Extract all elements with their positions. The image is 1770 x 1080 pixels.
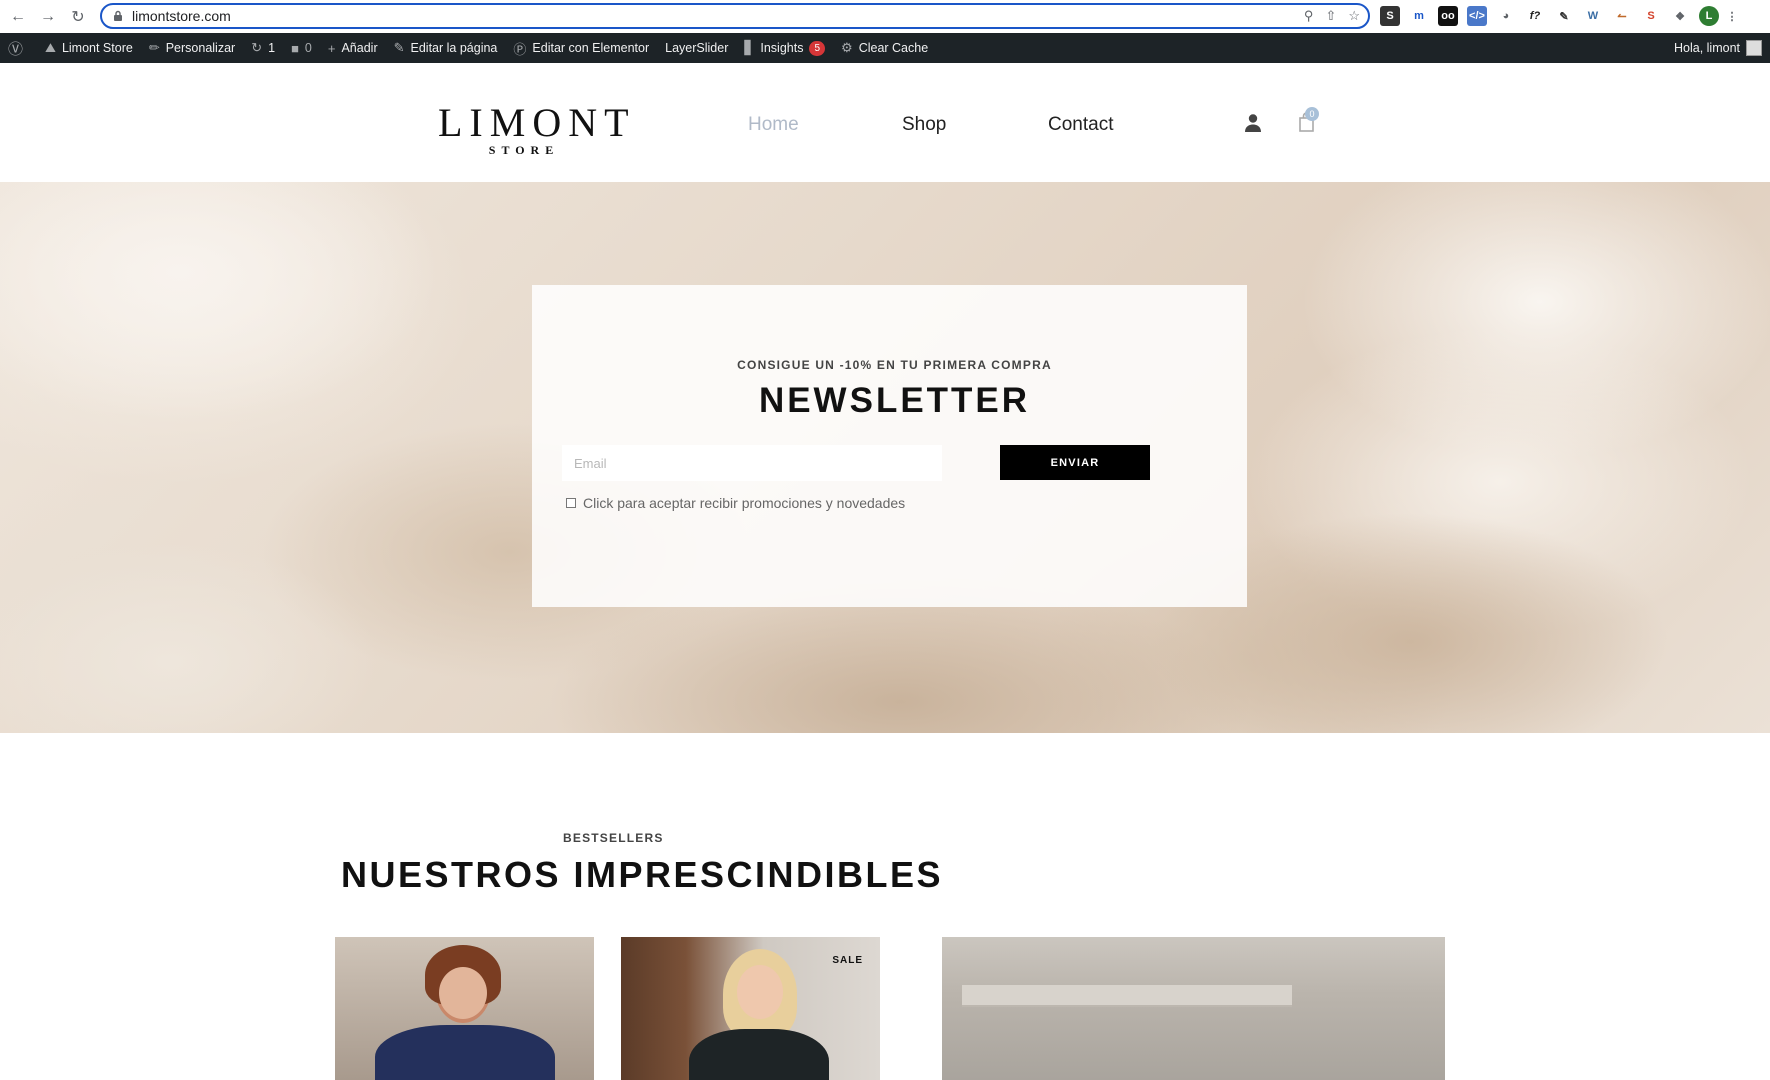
site-logo[interactable]: LIMONT STORE [438,101,629,158]
consent-checkbox[interactable] [566,498,576,508]
updates-link[interactable]: ↻ 1 [243,33,283,63]
section-kicker: BESTSELLERS [563,831,664,845]
address-bar[interactable]: limontstore.com ⚲ ⇧ ☆ [100,3,1370,29]
extensions-puzzle-icon[interactable]: ❖ [1670,6,1690,26]
newsletter-panel: CONSIGUE UN -10% EN TU PRIMERA COMPRA NE… [532,285,1247,607]
zoom-icon[interactable]: ⚲ [1304,8,1314,24]
extensions-bar: S m oo </> ◕ f? ✎ W ↼ S ❖ L ⋮ [1380,6,1738,26]
forward-icon[interactable]: → [36,5,60,29]
hero-banner: CONSIGUE UN -10% EN TU PRIMERA COMPRA NE… [0,182,1770,733]
extension-c-icon[interactable]: ◕ [1496,6,1516,26]
browser-menu-icon[interactable]: ⋮ [1727,6,1738,26]
avatar [1746,40,1762,56]
site-header: LIMONT STORE Home Shop Contact 0 [0,63,1770,182]
edit-elementor-link[interactable]: Ⓟ Editar con Elementor [505,33,657,63]
bar-chart-icon: ▋ [744,40,755,55]
extension-t-icon[interactable]: ↼ [1612,6,1632,26]
consent-label: Click para aceptar recibir promociones y… [583,495,906,511]
site-name-link[interactable]: ⛰ Limont Store [37,33,141,63]
nav-home[interactable]: Home [748,114,799,136]
updates-icon: ↻ [251,40,263,55]
extension-devtools-icon[interactable]: </> [1467,6,1487,26]
browser-toolbar: ← → ↻ limontstore.com ⚲ ⇧ ☆ S m oo </> ◕… [0,0,1770,33]
back-icon[interactable]: ← [6,5,30,29]
customize-link[interactable]: ✏ Personalizar [141,33,243,63]
extension-m-icon[interactable]: m [1409,6,1429,26]
nav-shop[interactable]: Shop [902,114,946,136]
section-title: NUESTROS IMPRESCINDIBLES [341,854,944,895]
edit-page-link[interactable]: ✎ Editar la página [386,33,506,63]
elementor-icon: Ⓟ [513,41,527,57]
comments-link[interactable]: ■ 0 [283,33,320,63]
comment-icon: ■ [291,40,299,56]
submit-button[interactable]: ENVIAR [1000,445,1150,480]
product-card-image[interactable]: SALE [621,937,880,1080]
extension-font-icon[interactable]: f? [1525,6,1545,26]
extension-s-icon[interactable]: S [1380,6,1400,26]
dashboard-icon: ⛰ [45,40,56,55]
extension-oo-icon[interactable]: oo [1438,6,1458,26]
insights-badge: 5 [809,40,826,56]
newsletter-kicker: CONSIGUE UN -10% EN TU PRIMERA COMPRA [737,358,1052,372]
my-account-link[interactable]: Hola, limont [1674,33,1762,63]
pencil-icon: ✎ [393,40,405,55]
product-card-image[interactable] [335,937,594,1080]
extension-picker-icon[interactable]: ✎ [1554,6,1574,26]
consent-checkbox-row[interactable]: Click para aceptar recibir promociones y… [566,495,905,511]
wordpress-logo-icon[interactable]: Ⓥ [0,33,37,63]
layerslider-link[interactable]: LayerSlider [657,33,736,63]
bookmark-star-icon[interactable]: ☆ [1348,8,1360,24]
lock-icon [114,10,122,21]
cache-icon: ⚙ [841,40,853,55]
extension-wordpress-icon[interactable]: W [1583,6,1603,26]
profile-avatar[interactable]: L [1699,6,1719,26]
cart-count-badge: 0 [1305,107,1319,121]
extension-s2-icon[interactable]: S [1641,6,1661,26]
brush-icon: ✏ [148,40,160,55]
email-field[interactable] [562,445,942,481]
clear-cache-link[interactable]: ⚙ Clear Cache [833,33,936,63]
insights-link[interactable]: ▋ Insights 5 [736,33,833,63]
product-feature-image[interactable] [942,937,1445,1080]
add-new-link[interactable]: + Añadir [320,33,386,63]
newsletter-title: NEWSLETTER [758,381,1031,420]
wp-admin-bar: Ⓥ ⛰ Limont Store ✏ Personalizar ↻ 1 ■ 0 + Aña… [0,33,1770,63]
plus-icon: + [327,40,336,56]
reload-icon[interactable]: ↻ [66,5,90,29]
sale-badge: SALE [832,955,863,966]
nav-contact[interactable]: Contact [1048,114,1113,136]
user-account-icon[interactable] [1244,113,1262,133]
share-icon[interactable]: ⇧ [1325,8,1336,24]
url-text: limontstore.com [132,8,231,24]
